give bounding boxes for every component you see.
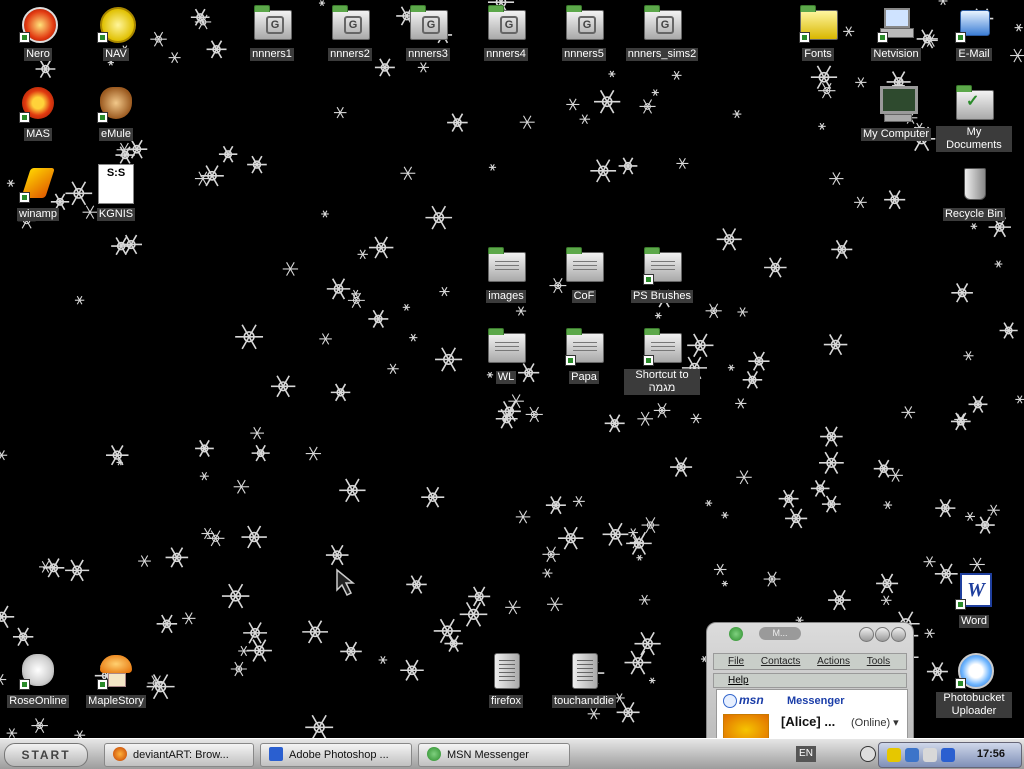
desktop-icon-email[interactable]: E-Mail: [936, 4, 1012, 62]
desktop-icon-emule[interactable]: eMule: [78, 84, 154, 142]
mouse-cursor-icon: [336, 568, 356, 597]
desktop-icon-touchanddie[interactable]: touchanddie: [546, 651, 622, 709]
tray-mail-icon[interactable]: [941, 748, 955, 762]
word-icon: W: [954, 571, 994, 611]
nero-icon: [18, 4, 58, 44]
desktop-icon-word[interactable]: W Word: [936, 571, 1012, 629]
desktop-icon-roseonline[interactable]: RoseOnline: [0, 651, 76, 709]
desktop-icon-netvision[interactable]: Netvision: [858, 4, 934, 62]
menu-help[interactable]: Help: [728, 675, 749, 686]
network-computer-icon: [876, 4, 916, 44]
msn-contact-panel: msn Messenger [Alice] ... (Online) ▾: [716, 689, 908, 738]
folder-icon: G: [252, 4, 292, 44]
desktop-icon-maplestory[interactable]: MapleStory: [78, 651, 154, 709]
desktop-icon-nnners3[interactable]: G nnners3: [390, 4, 466, 62]
photobucket-icon: [954, 650, 994, 690]
folder-icon: G: [330, 4, 370, 44]
file-icon: [486, 651, 526, 691]
volume-icon[interactable]: [860, 746, 876, 762]
tray-person-icon[interactable]: [887, 748, 901, 762]
globe-icon: [96, 4, 136, 44]
folder-icon: [642, 246, 682, 286]
desktop-icon-firefox[interactable]: firefox: [468, 651, 544, 709]
folder-icon: G: [564, 4, 604, 44]
recycle-bin-icon: [954, 164, 994, 204]
desktop-icon-recycle-bin[interactable]: Recycle Bin: [936, 164, 1012, 222]
folder-icon: [486, 327, 526, 367]
msn-logo: msn: [739, 693, 764, 707]
msn-buddy-icon: [729, 627, 743, 641]
system-tray: 17:56: [878, 742, 1022, 768]
user-display-name[interactable]: [Alice] ...: [781, 714, 835, 729]
folder-icon: [564, 246, 604, 286]
desktop-icon-papa[interactable]: Papa: [546, 327, 622, 385]
close-button[interactable]: [891, 627, 906, 642]
mas-icon: [18, 84, 58, 124]
desktop-icon-cof[interactable]: CoF: [546, 246, 622, 304]
desktop-icon-wl[interactable]: WL: [468, 327, 544, 385]
menu-actions[interactable]: Actions: [817, 656, 850, 667]
desktop-icon-my-documents[interactable]: ✓ My Documents: [936, 84, 1012, 153]
documents-folder-icon: ✓: [954, 84, 994, 124]
desktop-icon-nnners2[interactable]: G nnners2: [312, 4, 388, 62]
expand-icon[interactable]: [723, 694, 737, 708]
folder-icon: [564, 327, 604, 367]
maximize-button[interactable]: [875, 627, 890, 642]
menu-contacts[interactable]: Contacts: [761, 656, 800, 667]
desktop-icon-winamp[interactable]: winamp: [0, 164, 76, 222]
firefox-icon: [113, 747, 127, 761]
taskbar: START deviantART: Brow... Adobe Photosho…: [0, 738, 1024, 769]
maplestory-icon: [96, 651, 136, 691]
desktop-icon-my-computer[interactable]: My Computer: [858, 84, 934, 142]
desktop-icon-images[interactable]: images: [468, 246, 544, 304]
desktop: Nero NAV G nnners1 G nnners2 G nnners3 G…: [0, 0, 1024, 738]
computer-icon: [876, 84, 918, 124]
folder-icon: G: [408, 4, 448, 44]
msn-title-bar[interactable]: M...: [707, 623, 913, 645]
tray-network-icon[interactable]: [905, 748, 919, 762]
msn-menu-bar: File Contacts Actions Tools: [713, 653, 907, 670]
desktop-icon-nnners-sims2[interactable]: G nnners_sims2: [624, 4, 700, 62]
desktop-icon-nnners5[interactable]: G nnners5: [546, 4, 622, 62]
msn-title-pill: M...: [759, 627, 801, 640]
email-icon: [954, 4, 994, 44]
winamp-icon: [18, 164, 58, 204]
start-button[interactable]: START: [4, 743, 88, 767]
folder-icon: [642, 327, 682, 367]
desktop-icon-mas[interactable]: MAS: [0, 84, 76, 142]
folder-icon: G: [642, 4, 682, 44]
desktop-icon-photobucket[interactable]: Photobucket Uploader: [936, 650, 1012, 719]
minimize-button[interactable]: [859, 627, 874, 642]
file-icon: [564, 651, 604, 691]
clock: 17:56: [976, 748, 1005, 760]
desktop-icon-nero[interactable]: Nero: [0, 4, 76, 62]
avatar[interactable]: [723, 714, 769, 738]
menu-file[interactable]: File: [728, 656, 744, 667]
folder-icon: G: [486, 4, 526, 44]
tray-monitor-icon[interactable]: [923, 748, 937, 762]
document-icon: S:S: [96, 164, 136, 204]
desktop-icon-kgnis[interactable]: S:S KGNIS: [78, 164, 154, 222]
emule-icon: [96, 84, 136, 124]
language-indicator[interactable]: EN: [796, 746, 816, 762]
roseonline-icon: [18, 651, 58, 691]
menu-tools[interactable]: Tools: [867, 656, 890, 667]
taskbar-item-photoshop[interactable]: Adobe Photoshop ...: [260, 743, 412, 767]
msn-product-name: Messenger: [787, 695, 845, 707]
folder-icon: [486, 246, 526, 286]
msn-icon: [427, 747, 441, 761]
taskbar-item-msn[interactable]: MSN Messenger: [418, 743, 570, 767]
user-status-dropdown[interactable]: (Online) ▾: [851, 716, 899, 729]
desktop-icon-shortcut[interactable]: Shortcut to מגמה: [624, 327, 700, 396]
msn-help-bar: Help: [713, 673, 907, 688]
desktop-icon-nnners1[interactable]: G nnners1: [234, 4, 310, 62]
desktop-icon-ps-brushes[interactable]: PS Brushes: [624, 246, 700, 304]
msn-messenger-window[interactable]: M... File Contacts Actions Tools Help ms…: [706, 622, 914, 738]
taskbar-item-deviantart[interactable]: deviantART: Brow...: [104, 743, 254, 767]
desktop-icon-fonts[interactable]: Fonts: [780, 4, 856, 62]
desktop-icon-nnners4[interactable]: G nnners4: [468, 4, 544, 62]
fonts-folder-icon: [798, 4, 838, 44]
desktop-icon-nav[interactable]: NAV: [78, 4, 154, 62]
photoshop-icon: [269, 747, 283, 761]
